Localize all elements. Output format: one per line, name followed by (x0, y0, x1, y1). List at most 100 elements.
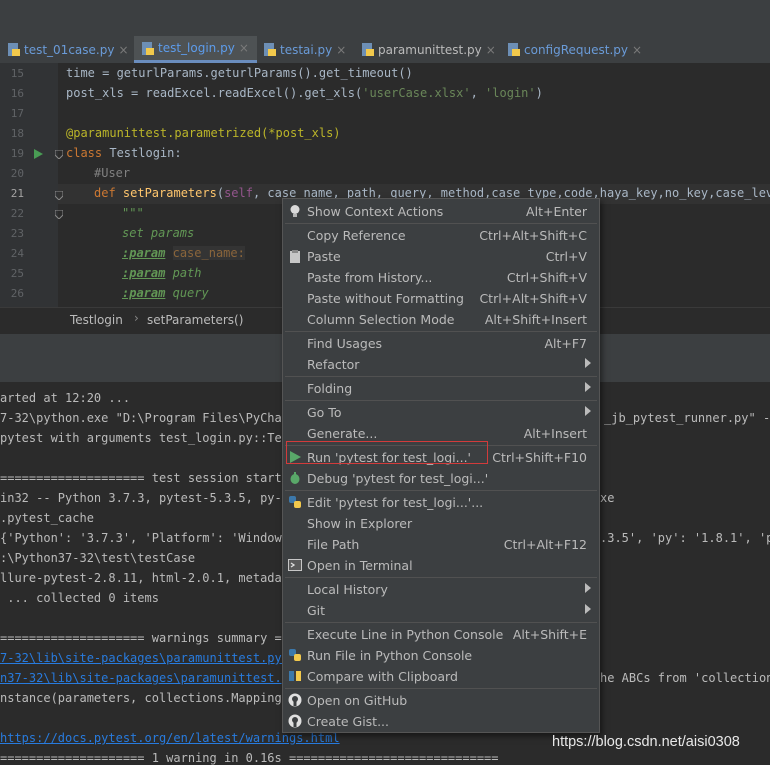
menu-item-label: Open on GitHub (307, 693, 408, 708)
menu-item-label: Create Gist... (307, 714, 390, 729)
menu-item-refactor[interactable]: Refactor (283, 354, 599, 375)
menu-item-show-in-explorer[interactable]: Show in Explorer (283, 513, 599, 534)
python-file-icon (8, 43, 20, 56)
breadcrumb-method[interactable]: setParameters() (147, 313, 243, 327)
close-icon[interactable]: × (118, 43, 128, 57)
code-line-18: @paramunittest.parametrized(*post_xls) (66, 126, 341, 140)
python-icon (288, 495, 302, 509)
menu-item-shortcut: Alt+Shift+E (512, 627, 587, 642)
github-icon (288, 693, 302, 707)
tab-paramunittest[interactable]: paramunittest.py × (362, 36, 496, 63)
menu-item-label: Debug 'pytest for test_logi...' (307, 471, 489, 486)
menu-item-column-selection-mode[interactable]: Column Selection Mode Alt+Shift+Insert (283, 309, 599, 330)
python-file-icon (142, 41, 154, 55)
menu-item-copy-reference[interactable]: Copy Reference Ctrl+Alt+Shift+C (283, 225, 599, 246)
menu-separator (285, 400, 597, 401)
menu-item-label: Local History (307, 582, 388, 597)
console-link[interactable]: https://docs.pytest.org/en/latest/warnin… (0, 731, 340, 745)
menu-item-paste[interactable]: Paste Ctrl+V (283, 246, 599, 267)
menu-item-label: File Path (307, 537, 360, 552)
code-line-26: :param query (122, 286, 209, 300)
console-line: llure-pytest-2.8.11, html-2.0.1, metadat… (0, 571, 297, 585)
console-line: .pytest_cache (0, 511, 94, 525)
menu-item-open-in-terminal[interactable]: Open in Terminal (283, 555, 599, 576)
tab-test-login[interactable]: test_login.py × (134, 36, 257, 63)
menu-separator (285, 331, 597, 332)
menu-item-shortcut: Ctrl+Alt+Shift+V (479, 291, 587, 306)
menu-item-execute-line-in-python-console[interactable]: Execute Line in Python Console Alt+Shift+… (283, 624, 599, 645)
close-icon[interactable]: × (632, 43, 642, 57)
editor-tab-bar: test_01case.py × test_login.py × testai.… (0, 36, 770, 64)
close-icon[interactable]: × (336, 43, 346, 57)
menu-item-shortcut: Ctrl+Shift+F10 (492, 450, 587, 465)
tab-label: paramunittest.py (378, 42, 482, 57)
watermark: https://blog.csdn.net/aisi0308 (552, 734, 740, 750)
menu-item-label: Show Context Actions (307, 204, 444, 219)
menu-separator (285, 577, 597, 578)
menu-item-label: Git (307, 603, 326, 618)
close-icon[interactable]: × (486, 43, 496, 57)
menu-item-label: Edit 'pytest for test_logi...'... (307, 495, 484, 510)
breadcrumb-class[interactable]: Testlogin (70, 313, 123, 327)
code-line-23: set params (122, 226, 195, 240)
console-line: :\Python37-32\test\testCase (0, 551, 196, 565)
chevron-right-icon: › (134, 311, 139, 325)
menu-item-label: Column Selection Mode (307, 312, 455, 327)
python-file-icon (508, 43, 520, 56)
menu-item-edit-pytest-for-test-logi[interactable]: Edit 'pytest for test_logi...'... (283, 492, 599, 513)
console-line: arted at 12:20 ... (0, 391, 131, 405)
console-line: pytest with arguments test_login.py::Tes… (0, 431, 297, 445)
tab-test-01case[interactable]: test_01case.py × (8, 36, 129, 63)
code-line-22: """ (122, 206, 144, 220)
menu-item-file-path[interactable]: File Path Ctrl+Alt+F12 (283, 534, 599, 555)
submenu-arrow-icon (585, 583, 591, 593)
submenu-arrow-icon (585, 406, 591, 416)
tab-label: testai.py (280, 42, 333, 57)
menu-item-label: Compare with Clipboard (307, 669, 458, 684)
menu-item-git[interactable]: Git (283, 600, 599, 621)
console-line-right: xe (600, 491, 615, 505)
tab-configrequest[interactable]: configRequest.py × (508, 36, 642, 63)
python-icon (288, 648, 302, 662)
console-line: ==================== 1 warning in 0.16s … (0, 751, 499, 765)
debug-icon (288, 471, 302, 485)
menu-item-label: Refactor (307, 357, 360, 372)
submenu-arrow-icon (585, 358, 591, 368)
menu-item-show-context-actions[interactable]: Show Context Actions Alt+Enter (283, 201, 599, 222)
console-line-right: _jb_pytest_runner.py" --t (604, 411, 770, 425)
console-link[interactable]: 7-32\lib\site-packages\paramunittest.py:… (0, 651, 296, 665)
github-icon (288, 714, 302, 728)
editor-context-menu: Show Context Actions Alt+Enter Copy Refere… (282, 198, 600, 733)
menu-item-compare-with-clipboard[interactable]: Compare with Clipboard (283, 666, 599, 687)
menu-item-run-file-in-python-console[interactable]: Run File in Python Console (283, 645, 599, 666)
menu-item-find-usages[interactable]: Find Usages Alt+F7 (283, 333, 599, 354)
menu-item-shortcut: Ctrl+Alt+Shift+C (479, 228, 587, 243)
menu-item-create-gist[interactable]: Create Gist... (283, 711, 599, 732)
menu-item-paste-without-formatting[interactable]: Paste without Formatting Ctrl+Alt+Shift+V (283, 288, 599, 309)
menu-item-shortcut: Alt+Insert (523, 426, 587, 441)
tab-testai[interactable]: testai.py × (264, 36, 346, 63)
menu-item-shortcut: Ctrl+Shift+V (506, 270, 587, 285)
console-line-right: he ABCs from 'collections (600, 671, 770, 685)
console-line: 7-32\python.exe "D:\Program Files\PyChar… (0, 411, 297, 425)
console-link[interactable]: n37-32\lib\site-packages\paramunittest.p… (0, 671, 296, 685)
python-file-icon (264, 43, 276, 56)
close-icon[interactable]: × (239, 41, 249, 55)
menu-item-shortcut: Alt+Shift+Insert (484, 312, 587, 327)
menu-item-go-to[interactable]: Go To (283, 402, 599, 423)
menu-item-open-on-github[interactable]: Open on GitHub (283, 690, 599, 711)
submenu-arrow-icon (585, 382, 591, 392)
code-line-19: class Testlogin: (66, 146, 182, 160)
menu-item-folding[interactable]: Folding (283, 378, 599, 399)
tab-label: configRequest.py (524, 42, 628, 57)
menu-item-shortcut: Alt+Enter (526, 204, 587, 219)
menu-item-paste-from-history[interactable]: Paste from History... Ctrl+Shift+V (283, 267, 599, 288)
menu-item-label: Paste (307, 249, 341, 264)
menu-item-debug-pytest-for-test-logi[interactable]: Debug 'pytest for test_logi...' (283, 468, 599, 489)
menu-item-local-history[interactable]: Local History (283, 579, 599, 600)
submenu-arrow-icon (585, 604, 591, 614)
code-line-25: :param path (122, 266, 202, 280)
menu-item-label: Run File in Python Console (307, 648, 473, 663)
title-strip (0, 0, 770, 37)
menu-item-label: Folding (307, 381, 353, 396)
